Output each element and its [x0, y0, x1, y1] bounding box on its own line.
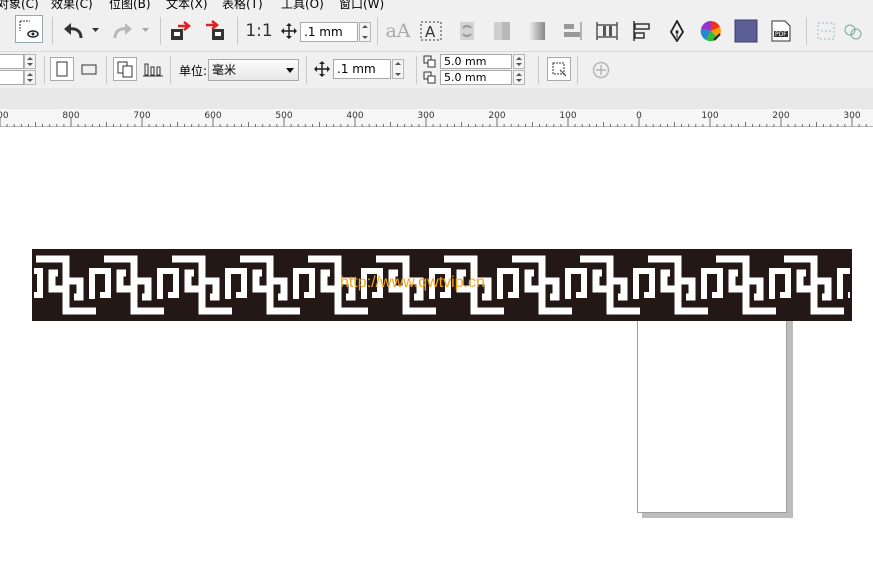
- redo-dropdown-icon[interactable]: [140, 25, 150, 35]
- ruler-label: 300: [417, 111, 435, 121]
- drawing-canvas[interactable]: http://www.qwtvip.cn: [0, 127, 873, 572]
- horizontal-ruler[interactable]: 900 800 700 600 500 400 300 200 100 0 100 200 300: [0, 109, 873, 127]
- duplicate-x-input[interactable]: 5.0 mm: [440, 54, 512, 69]
- svg-text:PDF: PDF: [775, 31, 787, 38]
- ruler-label: 400: [346, 111, 364, 121]
- transparency-icon[interactable]: [524, 19, 550, 43]
- ruler-ticks: [0, 118, 867, 127]
- page-width-spinner[interactable]: [24, 54, 36, 69]
- separator: [160, 17, 161, 45]
- add-preset-icon[interactable]: [590, 59, 612, 81]
- ruler-label: 100: [559, 111, 577, 121]
- menu-object[interactable]: 对象(C): [0, 0, 39, 11]
- ruler-label: 200: [488, 111, 506, 121]
- nudge-spinner[interactable]: [392, 59, 404, 79]
- nudge-distance-input[interactable]: .1 mm: [300, 22, 358, 42]
- undo-dropdown-icon[interactable]: [90, 25, 100, 35]
- watermark-text: http://www.qwtvip.cn: [340, 274, 485, 291]
- separator: [806, 17, 807, 45]
- separator: [106, 56, 107, 84]
- menu-bitmaps[interactable]: 位图(B): [109, 0, 151, 11]
- dup-x-icon: [423, 54, 439, 69]
- import-icon[interactable]: [167, 19, 193, 43]
- nudge-spinner[interactable]: [359, 22, 371, 42]
- dup-y-icon: [423, 70, 439, 85]
- menu-table[interactable]: 表格(T): [222, 0, 263, 11]
- unit-label: 单位:: [179, 64, 208, 78]
- separator: [170, 56, 171, 84]
- unit-select[interactable]: 毫米: [208, 59, 299, 81]
- nudge-icon: [279, 21, 299, 41]
- ruler-label: 600: [204, 111, 222, 121]
- ruler-label: 100: [701, 111, 719, 121]
- nudge-input[interactable]: .1 mm: [333, 59, 391, 79]
- snap-icon[interactable]: [813, 19, 839, 43]
- menu-bar: 对象(C) 效果(C) 位图(B) 文本(X) 表格(T) 工具(O) 窗口(W…: [0, 0, 873, 11]
- align-left-icon[interactable]: [629, 19, 655, 43]
- separator: [577, 56, 578, 84]
- dynamic-guides-icon[interactable]: [840, 19, 866, 43]
- separator: [377, 17, 378, 45]
- pen-icon[interactable]: [664, 19, 690, 43]
- property-bar: 单位: 毫米 .1 mm 5.0 mm 5.0 mm: [0, 52, 873, 88]
- ruler-label: 700: [133, 111, 151, 121]
- current-page-icon[interactable]: [141, 57, 165, 81]
- page-width-input[interactable]: [0, 54, 24, 69]
- standard-toolbar: 1:1 .1 mm aA A PDF: [0, 11, 873, 52]
- toolbar-gap: [0, 88, 873, 109]
- rotate-icon[interactable]: [454, 19, 480, 43]
- redo-icon[interactable]: [110, 19, 136, 43]
- svg-text:A: A: [425, 23, 436, 41]
- menu-window[interactable]: 窗口(W): [339, 0, 384, 11]
- page-height-spinner[interactable]: [24, 70, 36, 85]
- ruler-label: 500: [275, 111, 293, 121]
- text-aa-icon[interactable]: aA: [384, 19, 412, 43]
- page-height-input[interactable]: [0, 70, 24, 85]
- portrait-icon[interactable]: [50, 57, 74, 81]
- page-boundary[interactable]: [637, 308, 787, 513]
- separator: [52, 17, 53, 45]
- ruler-label: 300: [843, 111, 861, 121]
- color-wheel-icon[interactable]: [698, 19, 724, 43]
- landscape-icon[interactable]: [77, 57, 101, 81]
- unit-select-value: 毫米: [212, 63, 237, 77]
- duplicate-y-spinner[interactable]: [513, 70, 525, 85]
- undo-icon[interactable]: [60, 19, 86, 43]
- gradient-icon[interactable]: [489, 19, 515, 43]
- menu-text[interactable]: 文本(X): [166, 0, 208, 11]
- separator: [44, 56, 45, 84]
- export-icon[interactable]: [202, 19, 228, 43]
- separator: [306, 56, 307, 84]
- separator: [237, 17, 238, 45]
- nudge-icon: [313, 60, 331, 78]
- text-frame-icon[interactable]: A: [418, 19, 444, 43]
- separator: [538, 56, 539, 84]
- ruler-label: 200: [772, 111, 790, 121]
- ruler-label: 800: [62, 111, 80, 121]
- duplicate-y-input[interactable]: 5.0 mm: [440, 70, 512, 85]
- menu-tools[interactable]: 工具(O): [281, 0, 324, 11]
- ruler-label: 0: [636, 111, 642, 121]
- all-pages-icon[interactable]: [113, 57, 137, 81]
- one-to-one-icon[interactable]: 1:1: [245, 19, 273, 43]
- fill-color-icon[interactable]: [733, 19, 759, 43]
- pick-eye-icon[interactable]: [15, 15, 43, 43]
- ruler-label: 900: [0, 111, 9, 121]
- separator: [416, 56, 417, 84]
- menu-effects[interactable]: 效果(C): [51, 0, 93, 11]
- treat-as-filled-icon[interactable]: [547, 57, 571, 81]
- chevron-down-icon: [286, 68, 294, 73]
- duplicate-x-spinner[interactable]: [513, 54, 525, 69]
- pdf-icon[interactable]: PDF: [768, 19, 794, 43]
- distribute-icon[interactable]: [594, 19, 620, 43]
- align-icon[interactable]: [560, 19, 586, 43]
